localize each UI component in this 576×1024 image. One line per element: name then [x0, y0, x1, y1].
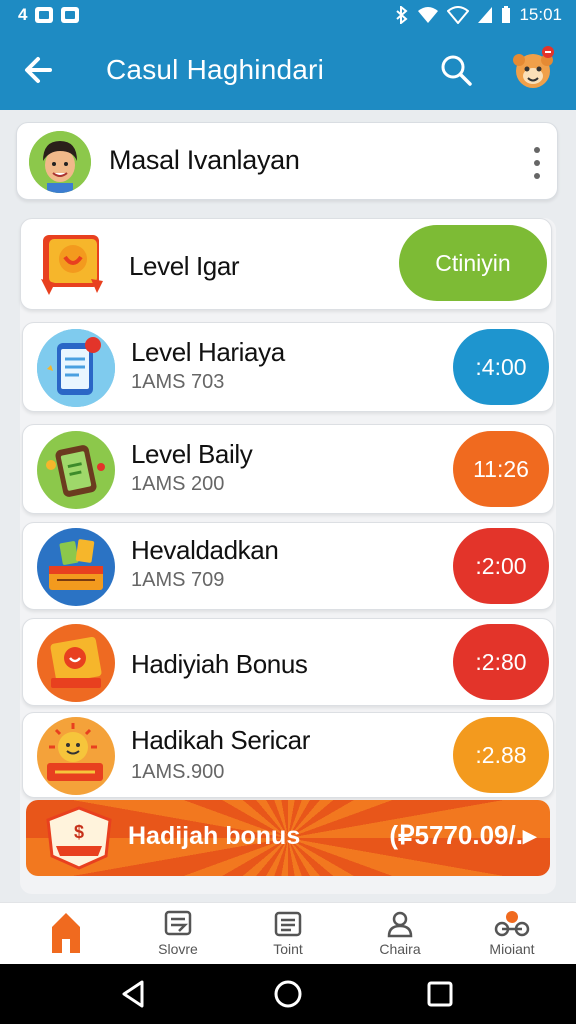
list-item[interactable]: Level Igar Ctiniyin [20, 218, 552, 310]
row-title: Hevaldadkan [131, 535, 279, 565]
timer-button[interactable]: :2.88 [453, 717, 549, 793]
news-icon [164, 910, 192, 936]
nav-chaira[interactable]: Chaira [360, 909, 440, 961]
main-content: Masal Ivanlayan Level Igar Ctiniyin Leve… [0, 110, 576, 902]
svg-text:$: $ [74, 822, 84, 842]
list-item[interactable]: Level Hariaya 1AMS 703 :4:00 [22, 322, 554, 412]
profile-name: Masal Ivanlayan [109, 145, 300, 175]
row-title: Hadiyiah Bonus [131, 649, 308, 679]
image-notification-icon [61, 7, 80, 23]
home-icon [52, 913, 80, 953]
row-subtitle: 1AMS.900 [131, 761, 225, 783]
nav-label: Mioiant [489, 941, 535, 957]
bonus-badge-icon: $ [42, 806, 116, 870]
row-title: Level Igar [129, 251, 240, 281]
continue-button[interactable]: Ctiniyin [399, 225, 547, 301]
nav-label: Slovre [158, 941, 198, 957]
cellular-icon [478, 7, 493, 23]
timer-button[interactable]: :4:00 [453, 329, 549, 405]
bonus-ticket-icon [37, 624, 115, 702]
list-item[interactable]: Hadikah Sericar 1AMS.900 :2.88 [22, 712, 554, 798]
profile-card[interactable]: Masal Ivanlayan [16, 122, 558, 200]
list-item[interactable]: Level Baily 1AMS 200 11:26 [22, 424, 554, 514]
status-bar: 4 15:01 [0, 0, 576, 30]
row-subtitle: 1AMS 709 [131, 569, 225, 591]
nav-slovre[interactable]: Slovre [138, 909, 218, 961]
reward-box-icon [35, 225, 113, 303]
bonus-value: (₽5770.09/.▸ [389, 820, 536, 850]
status-left-text: 4 [18, 5, 28, 24]
row-title: Level Baily [131, 439, 253, 469]
list-icon [274, 911, 302, 937]
gamepad-icon [494, 911, 530, 937]
status-time: 15:01 [519, 5, 562, 24]
row-title: Hadikah Sericar [131, 725, 310, 755]
nav-mioiant[interactable]: Mioiant [472, 909, 552, 961]
level-list: Level Igar Ctiniyin Level Hariaya 1AMS 7… [20, 218, 556, 894]
notification-icon [35, 7, 54, 23]
game-phone-icon [37, 431, 115, 509]
row-title: Level Hariaya [131, 337, 285, 367]
nav-home[interactable] [26, 909, 106, 961]
signal-icon [447, 6, 470, 24]
row-subtitle: 1AMS 200 [131, 473, 225, 495]
system-back-icon[interactable] [118, 978, 150, 1010]
nav-label: Chaira [379, 941, 421, 957]
treasure-chest-icon [37, 528, 115, 606]
nav-toint[interactable]: Toint [248, 909, 328, 961]
list-item[interactable]: Hevaldadkan 1AMS 709 :2:00 [22, 522, 554, 610]
timer-button[interactable]: :2:80 [453, 624, 549, 700]
more-options-icon[interactable] [533, 147, 541, 179]
avatar [29, 131, 91, 193]
mascot-avatar-icon[interactable] [510, 44, 556, 94]
nav-label: Toint [273, 941, 303, 957]
timer-button[interactable]: :2:00 [453, 528, 549, 604]
bottom-navigation: Slovre Toint Chaira Mioiant [0, 902, 576, 964]
search-icon[interactable] [438, 52, 474, 88]
sun-reward-icon [37, 717, 115, 795]
phone-app-icon [37, 329, 115, 407]
app-bar: Casul Haghindari [0, 30, 576, 110]
system-recents-icon[interactable] [424, 978, 456, 1010]
chat-person-icon [387, 911, 413, 938]
bluetooth-icon [396, 6, 409, 24]
timer-button[interactable]: 11:26 [453, 431, 549, 507]
wifi-icon [418, 7, 439, 23]
system-home-icon[interactable] [272, 978, 304, 1010]
bonus-label: Hadijah bonus [128, 822, 301, 850]
bonus-banner[interactable]: $ Hadijah bonus (₽5770.09/.▸ [26, 800, 550, 876]
row-subtitle: 1AMS 703 [131, 371, 225, 393]
system-navigation-bar [0, 964, 576, 1024]
back-arrow-icon[interactable] [20, 48, 60, 92]
battery-icon [502, 6, 511, 23]
page-title: Casul Haghindari [106, 54, 324, 85]
list-item[interactable]: Hadiyiah Bonus :2:80 [22, 618, 554, 706]
